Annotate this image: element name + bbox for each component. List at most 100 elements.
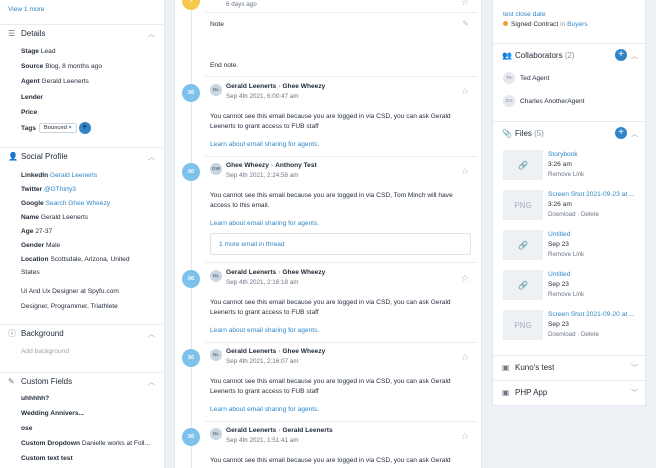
file-item[interactable]: PNG Screen Shot 2021-09-23 at ... 3:26 am D… — [503, 190, 643, 222]
add-file-button[interactable]: + — [615, 127, 627, 139]
custom-field-2[interactable]: Wedding Annivers... — [21, 410, 84, 417]
tag-chip-bounced[interactable]: Bounced × — [38, 123, 77, 133]
collaborators-header[interactable]: 👥 Collaborators (2) + ︿ — [493, 43, 645, 65]
edit-icon: ✎ — [8, 377, 15, 386]
detail-stage[interactable]: Stage Lead — [21, 48, 55, 55]
pencil-icon[interactable]: ✎ — [462, 19, 469, 28]
custom-field-1[interactable]: uhhhhh? — [21, 395, 49, 402]
star-icon[interactable]: ☆ — [461, 86, 469, 97]
gender-label: Gender — [21, 242, 45, 249]
details-title: Details — [21, 29, 46, 38]
view-more-link[interactable]: View 1 more — [8, 6, 45, 13]
social-linkedin: LinkedIn Gerald Leenerts — [21, 172, 97, 179]
email-icon: ✉ — [182, 349, 200, 367]
divider — [205, 156, 477, 157]
detail-agent[interactable]: Agent Gerald Leenerts — [21, 78, 89, 85]
collaborators-title: Collaborators (2) — [515, 51, 575, 60]
file-item[interactable]: PNG Screen Shot 2021-09-20 at ... Sep 23 Do… — [503, 310, 643, 342]
chevron-up-icon[interactable]: ︿ — [148, 329, 155, 339]
social-section-header[interactable]: 👤 Social Profile ︿ — [0, 147, 165, 165]
custom-field-5[interactable]: Custom text test — [21, 455, 73, 462]
avatar: TA — [503, 72, 515, 84]
file-name-link[interactable]: Untitled — [548, 271, 643, 278]
chevron-down-icon[interactable]: ﹀ — [631, 388, 638, 398]
custom-fields-section-header[interactable]: ✎ Custom Fields ︿ — [0, 372, 165, 390]
thread-box[interactable]: 1 more email in thread — [210, 233, 471, 255]
custom-field-4[interactable]: Custom Dropdown Danielle works at Foll..… — [21, 440, 150, 447]
lightning-icon: ⚡ — [182, 0, 200, 10]
chevron-up-icon[interactable]: ︿ — [631, 129, 638, 139]
bio-line-1: Ui And Ux Designer at Spyfu.com — [21, 288, 119, 295]
file-name-link[interactable]: Storybook — [548, 151, 643, 158]
files-header[interactable]: 📎 Files (5) + ︿ — [493, 121, 645, 143]
kunos-test-header[interactable]: ▣ Kuno's test ﹀ — [493, 355, 645, 377]
linkedin-label: LinkedIn — [21, 172, 49, 179]
file-actions[interactable]: Download · Delete — [548, 331, 599, 338]
learn-email-sharing-link[interactable]: Learn about email sharing for agents. — [210, 327, 319, 334]
chevron-up-icon[interactable]: ︿ — [148, 152, 155, 162]
detail-price[interactable]: Price — [21, 109, 37, 116]
file-name-link[interactable]: Screen Shot 2021-09-20 at ... — [548, 311, 643, 318]
collaborators-label: Collaborators — [515, 51, 563, 60]
more-in-thread-link[interactable]: 1 more email in thread — [219, 241, 285, 248]
php-app-header[interactable]: ▣ PHP App ﹀ — [493, 380, 645, 402]
file-item[interactable]: 🔗 Storybook 3:26 am Remove Link — [503, 150, 643, 182]
email-from: Gerald Leenerts — [226, 427, 277, 434]
file-actions[interactable]: Remove Link — [548, 251, 584, 258]
collaborator-item[interactable]: TA Ted Agent — [503, 72, 549, 84]
twitter-link[interactable]: @GThirty3 — [44, 186, 76, 193]
tag-chip-label: Bounced — [43, 125, 67, 131]
chevron-up-icon[interactable]: ︿ — [631, 51, 638, 61]
bio-line-2: Designer, Programmer, Triathlete — [21, 303, 118, 310]
file-name-link[interactable]: Screen Shot 2021-09-23 at ... — [548, 191, 643, 198]
tag-remove-icon[interactable]: × — [68, 125, 71, 131]
email-from: Gerald Leenerts — [226, 348, 277, 355]
deal-pipeline-link[interactable]: Buyers — [567, 21, 588, 28]
file-item[interactable]: 🔗 Untitled Sep 23 Remove Link — [503, 270, 643, 302]
email-date: Sep 4th 2021, 2:16:18 am — [226, 279, 299, 286]
collaborator-name: Ted Agent — [520, 74, 550, 82]
detail-lender[interactable]: Lender — [21, 94, 43, 101]
email-date: Sep 4th 2021, 2:24:58 am — [226, 172, 299, 179]
png-thumbnail: PNG — [503, 310, 543, 340]
chevron-up-icon[interactable]: ︿ — [148, 29, 155, 39]
file-actions[interactable]: Download · Delete — [548, 211, 599, 218]
detail-source[interactable]: Source Blog, 8 months ago — [21, 63, 102, 70]
details-section-header[interactable]: ☰ Details ︿ — [0, 24, 165, 42]
custom-field-3[interactable]: ose — [21, 425, 32, 432]
file-item[interactable]: 🔗 Untitled Sep 23 Remove Link — [503, 230, 643, 262]
divider — [205, 76, 477, 77]
agent-label: Agent — [21, 78, 40, 85]
avatar: CA — [503, 95, 515, 107]
collaborator-item[interactable]: CA Charles AnotherAgent — [503, 95, 585, 107]
avatar: GW — [210, 163, 222, 175]
star-icon[interactable]: ☆ — [461, 0, 469, 8]
agent-value: Gerald Leenerts — [41, 78, 89, 85]
people-icon: 👥 — [502, 51, 512, 60]
star-icon[interactable]: ☆ — [461, 352, 469, 363]
add-background-input[interactable]: Add background — [21, 348, 69, 355]
file-name-link[interactable]: Untitled — [548, 231, 643, 238]
chevron-up-icon[interactable]: ︿ — [148, 377, 155, 387]
deal-link[interactable]: test close date — [503, 11, 546, 18]
file-actions[interactable]: Remove Link — [548, 171, 584, 178]
stage-label: Stage — [21, 48, 39, 55]
star-icon[interactable]: ☆ — [461, 166, 469, 177]
add-collaborator-button[interactable]: + — [615, 49, 627, 61]
star-icon[interactable]: ☆ — [461, 273, 469, 284]
star-icon[interactable]: ☆ — [461, 431, 469, 442]
learn-email-sharing-link[interactable]: Learn about email sharing for agents. — [210, 141, 319, 148]
file-time: 3:26 am — [548, 201, 572, 208]
learn-email-sharing-link[interactable]: Learn about email sharing for agents. — [210, 406, 319, 413]
learn-email-sharing-link[interactable]: Learn about email sharing for agents. — [210, 220, 319, 227]
linkedin-link[interactable]: Gerald Leenerts — [50, 172, 97, 179]
google-link[interactable]: Search Ghee Wheezy — [46, 200, 111, 207]
email-body: You cannot see this email because you ar… — [210, 299, 451, 316]
background-section-header[interactable]: ⓘ Background ︿ — [0, 324, 165, 342]
social-gender: Gender Male — [21, 242, 60, 249]
file-actions[interactable]: Remove Link — [548, 291, 584, 298]
add-tag-button[interactable]: + — [78, 122, 91, 134]
deal-in-label: in — [560, 21, 566, 28]
email-to: Anthony Test — [275, 162, 317, 169]
chevron-down-icon[interactable]: ﹀ — [631, 363, 638, 373]
